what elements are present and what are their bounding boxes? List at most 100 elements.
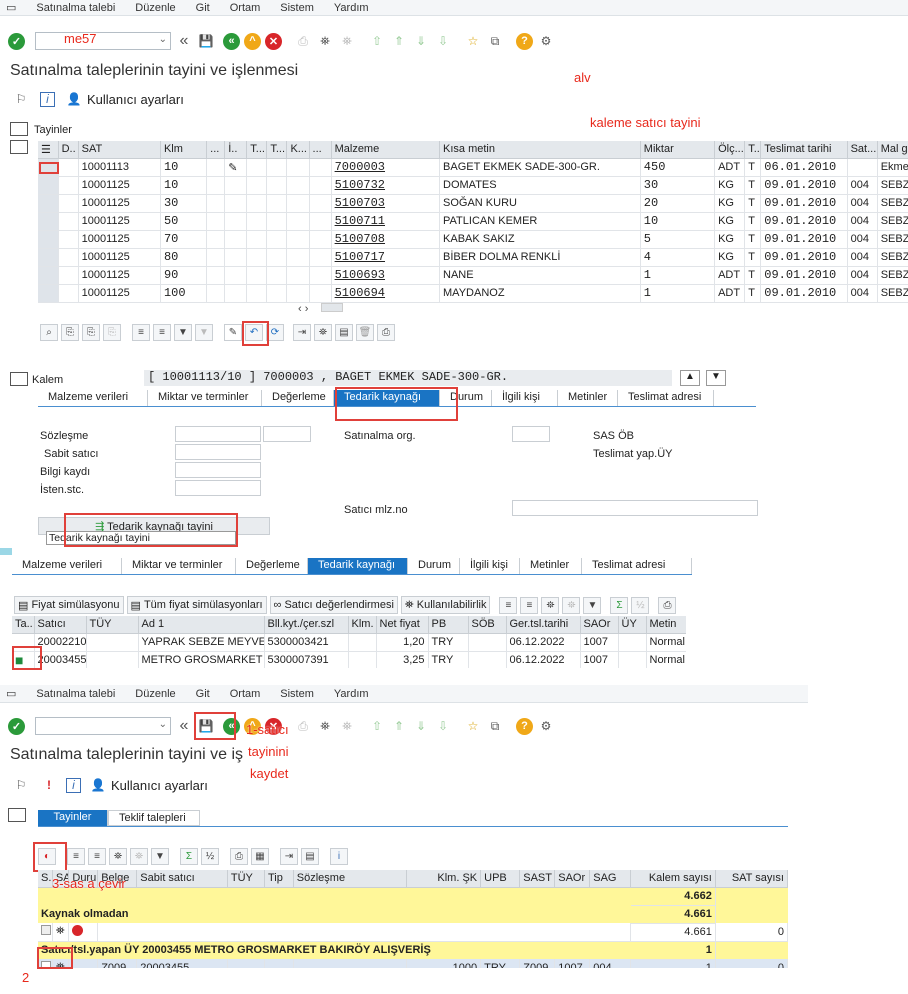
- enter-check-icon[interactable]: ✓: [8, 717, 25, 735]
- clipboard-icon[interactable]: ▤: [335, 324, 353, 341]
- contract-item-field[interactable]: [263, 426, 311, 442]
- user-settings-icon[interactable]: 👤: [89, 776, 107, 794]
- details-icon[interactable]: ⛯: [52, 959, 70, 968]
- find-icon[interactable]: ⛯: [541, 596, 560, 614]
- column-header[interactable]: ...: [206, 141, 226, 159]
- column-header[interactable]: Net fiyat: [376, 616, 429, 634]
- user-settings-link[interactable]: Kullanıcı ayarları: [111, 778, 208, 793]
- filter-icon[interactable]: ▼: [583, 596, 602, 614]
- table-cell[interactable]: ■: [12, 651, 35, 668]
- column-header[interactable]: SAOr: [554, 870, 591, 888]
- tab-quantity[interactable]: Miktar ve terminler: [122, 558, 236, 574]
- next-page-icon[interactable]: ⇓: [412, 32, 430, 50]
- column-header[interactable]: SAST: [519, 870, 556, 888]
- tree-toggle-icon[interactable]: [10, 140, 28, 154]
- menu-item[interactable]: Yardım: [334, 2, 369, 14]
- column-header[interactable]: ÜY: [618, 616, 647, 634]
- tree-toggle-icon[interactable]: [10, 122, 28, 136]
- chevron-down-icon[interactable]: ⌄: [159, 34, 167, 45]
- info-icon[interactable]: i: [40, 91, 55, 107]
- row-checkbox[interactable]: [38, 959, 53, 968]
- tab-valuation[interactable]: Değerleme: [236, 558, 308, 574]
- menu-item[interactable]: Yardım: [334, 688, 369, 700]
- column-header[interactable]: Kalem sayısı: [630, 870, 716, 888]
- menu-icon[interactable]: ▭: [6, 1, 16, 14]
- column-header[interactable]: Miktar: [640, 141, 716, 159]
- table-row[interactable]: ■ 20003455 METRO GROSMARKET 5300007391 3,25 T…: [12, 651, 686, 668]
- new-session-icon[interactable]: ⧉: [486, 717, 504, 735]
- fixed-vendor-field[interactable]: [175, 444, 261, 460]
- settings-gear-icon[interactable]: ⚙: [537, 717, 555, 735]
- tree-toggle-icon[interactable]: [8, 808, 26, 822]
- table-row[interactable]: ⛯ Z009 20003455 1000 TRY Z009 1007 004 1…: [38, 959, 788, 968]
- menu-item[interactable]: Sistem: [280, 2, 314, 14]
- table-cell[interactable]: [12, 633, 35, 652]
- find-next-icon[interactable]: ⛯: [562, 596, 581, 614]
- tab-material[interactable]: Malzeme verileri: [38, 390, 148, 406]
- prev-page-icon[interactable]: ⇑: [390, 717, 408, 735]
- down-arrow-icon[interactable]: ▼: [706, 370, 726, 386]
- vendor-eval-button[interactable]: ∞ Satıcı değerlendirmesi: [269, 596, 398, 614]
- tree-icon[interactable]: ⚐: [12, 776, 30, 794]
- column-header[interactable]: T..: [744, 141, 762, 159]
- table-row[interactable]: ⛯ 4.661 0: [38, 923, 788, 942]
- menu-item[interactable]: Git: [196, 2, 210, 14]
- new-session-icon[interactable]: ⧉: [486, 32, 504, 50]
- first-page-icon[interactable]: ⇧: [368, 32, 386, 50]
- sort-asc-icon[interactable]: ≡: [67, 848, 85, 865]
- row-selector[interactable]: [38, 194, 59, 213]
- sort-asc-icon[interactable]: ≡: [499, 596, 518, 614]
- column-header[interactable]: Kısa metin: [439, 141, 641, 159]
- column-header[interactable]: SÖB: [468, 616, 507, 634]
- column-header[interactable]: Ta..: [12, 616, 35, 634]
- double-left-icon[interactable]: «: [175, 717, 193, 735]
- column-header[interactable]: Malzeme: [331, 141, 441, 159]
- column-header[interactable]: Bll.kyt./çer.szl: [264, 616, 349, 634]
- sum-icon[interactable]: Σ: [610, 596, 629, 614]
- sort-desc-icon[interactable]: ≡: [153, 324, 171, 341]
- menu-item[interactable]: Satınalma talebi: [36, 688, 115, 700]
- help-icon[interactable]: ?: [516, 717, 533, 735]
- table-row[interactable]: 10001125 50 5100711 PATLICAN KEMER 10 KG T 09.0…: [38, 212, 908, 231]
- print-icon[interactable]: ⎙: [230, 848, 248, 865]
- help-icon[interactable]: ?: [516, 32, 533, 50]
- sum-icon[interactable]: Σ: [180, 848, 198, 865]
- double-left-icon[interactable]: «: [175, 32, 193, 50]
- select-all-icon[interactable]: ☰: [38, 141, 59, 159]
- exit-icon[interactable]: ^: [244, 32, 261, 50]
- chevron-down-icon[interactable]: ⌄: [159, 719, 167, 730]
- layout-icon[interactable]: ▤: [301, 848, 319, 865]
- last-page-icon[interactable]: ⇩: [434, 717, 452, 735]
- filter-icon[interactable]: ▼: [151, 848, 169, 865]
- assign2-icon[interactable]: ⎘: [82, 324, 100, 341]
- table-row[interactable]: 10001125 100 5100694 MAYDANOZ 1 ADT T 09.01.201…: [38, 284, 908, 303]
- table-row[interactable]: 10001113 10 ✎ 7000003 BAGET EKMEK SADE-300-G…: [38, 158, 908, 177]
- column-header[interactable]: Mal grup: [877, 141, 908, 159]
- menu-item[interactable]: Git: [196, 688, 210, 700]
- row-selector[interactable]: [38, 230, 59, 249]
- column-header[interactable]: Sat...: [847, 141, 878, 159]
- availability-button[interactable]: ⛯ Kullanılabilirlik: [400, 596, 491, 614]
- column-header[interactable]: Klm: [160, 141, 208, 159]
- column-header[interactable]: T...: [266, 141, 288, 159]
- check-source-icon[interactable]: ⛯: [314, 324, 332, 341]
- column-header[interactable]: Satıcı: [34, 616, 87, 634]
- export-icon[interactable]: ⇥: [280, 848, 298, 865]
- column-header[interactable]: T...: [246, 141, 268, 159]
- row-selector[interactable]: [38, 248, 59, 267]
- subtotal-icon[interactable]: ½: [201, 848, 219, 865]
- column-header[interactable]: Metin: [646, 616, 686, 634]
- table-row[interactable]: 10001125 70 5100708 KABAK SAKIZ 5 KG T 09.01.20…: [38, 230, 908, 249]
- menu-item[interactable]: Ortam: [230, 688, 261, 700]
- column-header[interactable]: Tip: [264, 870, 294, 888]
- cancel-icon[interactable]: ✕: [265, 32, 282, 50]
- row-selector[interactable]: [38, 158, 59, 177]
- info-record-field[interactable]: [175, 462, 261, 478]
- horizontal-scroll[interactable]: ‹ ›: [298, 303, 344, 315]
- assign-icon[interactable]: ⎘: [61, 324, 79, 341]
- column-header[interactable]: Ölç...: [714, 141, 746, 159]
- print-icon[interactable]: ⎙: [294, 717, 312, 735]
- info-icon[interactable]: i: [66, 777, 81, 793]
- tree-toggle-icon[interactable]: [10, 372, 28, 386]
- column-header[interactable]: Ger.tsl.tarihi: [506, 616, 581, 634]
